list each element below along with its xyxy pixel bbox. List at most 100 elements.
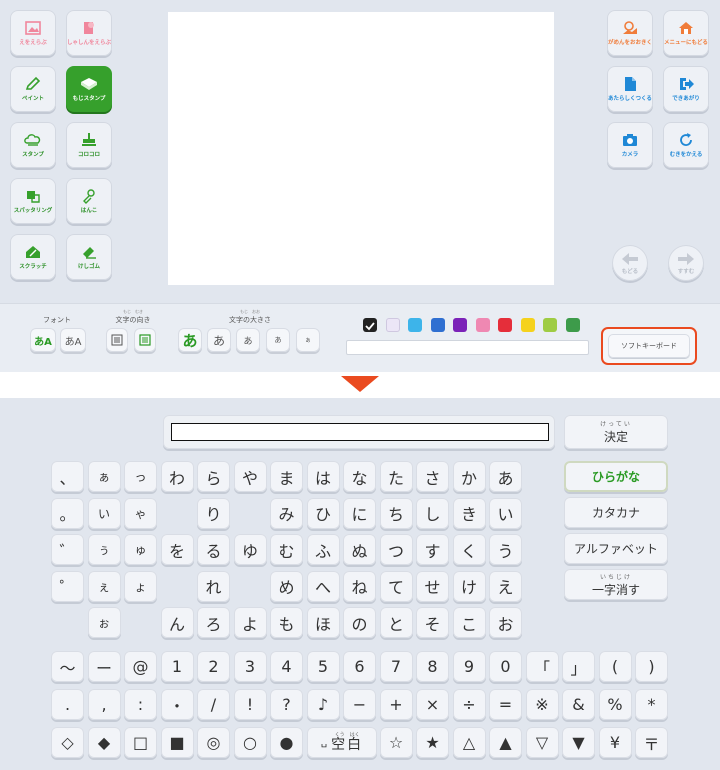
- symbol-key[interactable]: (: [598, 651, 632, 682]
- kana-key[interactable]: ゜: [51, 570, 84, 602]
- kana-key[interactable]: て: [379, 570, 413, 602]
- kana-key[interactable]: や: [233, 461, 267, 492]
- kana-key[interactable]: ろ: [197, 607, 230, 638]
- kana-key[interactable]: く: [452, 534, 486, 565]
- symbol-key[interactable]: ○: [233, 727, 267, 758]
- symbol-key[interactable]: △: [452, 727, 486, 758]
- symbol-key[interactable]: 6: [343, 651, 376, 682]
- kana-key[interactable]: ほ: [306, 607, 340, 638]
- vertical-text-button[interactable]: [106, 328, 128, 352]
- symbol-key[interactable]: 「: [525, 651, 559, 682]
- size-option-m[interactable]: あ: [236, 328, 260, 352]
- kana-key[interactable]: ぇ: [87, 570, 121, 602]
- color-swatch[interactable]: [408, 318, 422, 332]
- symbol-key[interactable]: 〜: [51, 651, 84, 682]
- kana-key[interactable]: ぁ: [87, 461, 121, 492]
- kana-key[interactable]: 、: [51, 461, 84, 492]
- symbol-key[interactable]: 7: [379, 651, 413, 682]
- kana-key[interactable]: さ: [416, 461, 449, 492]
- menu-button[interactable]: メニューにもどる: [663, 10, 709, 56]
- upload-image-button[interactable]: えをえらぶ: [10, 10, 56, 56]
- symbol-key[interactable]: 1: [160, 651, 194, 682]
- symbol-key[interactable]: ): [635, 651, 668, 682]
- kana-key[interactable]: そ: [416, 607, 449, 638]
- kana-key[interactable]: を: [160, 534, 194, 565]
- hanko-button[interactable]: はんこ: [66, 178, 112, 224]
- new-button[interactable]: あたらしくつくる: [607, 66, 653, 112]
- color-swatch[interactable]: [498, 318, 512, 332]
- kana-key[interactable]: こ: [452, 607, 486, 638]
- kana-key[interactable]: ょ: [124, 570, 157, 602]
- font-option-mincho[interactable]: あA: [60, 328, 86, 352]
- redo-button[interactable]: すすむ: [668, 245, 704, 281]
- symbol-key[interactable]: @: [124, 651, 157, 682]
- symbol-key[interactable]: .: [51, 689, 84, 720]
- symbol-key[interactable]: □: [124, 727, 157, 758]
- keyboard-input-field[interactable]: [171, 423, 549, 441]
- size-option-l[interactable]: あ: [207, 328, 231, 352]
- space-key[interactable]: ␣ くう はく 空白: [307, 727, 377, 758]
- kana-key[interactable]: り: [197, 497, 230, 529]
- drawing-canvas[interactable]: [168, 12, 554, 285]
- kana-key[interactable]: れ: [197, 570, 230, 602]
- color-swatch[interactable]: [385, 318, 400, 332]
- color-swatch[interactable]: [565, 318, 580, 332]
- upload-photo-button[interactable]: しゃしんをえらぶ: [66, 10, 112, 56]
- eraser-button[interactable]: けしゴム: [66, 234, 112, 280]
- kana-key[interactable]: へ: [306, 570, 340, 602]
- color-swatch[interactable]: [543, 318, 557, 332]
- soft-keyboard-button[interactable]: ソフトキーボード: [601, 327, 697, 365]
- restart-button[interactable]: むきをかえる: [663, 122, 709, 168]
- save-image-button[interactable]: がめんをおおきく: [607, 10, 653, 56]
- symbol-key[interactable]: ♪: [306, 689, 340, 720]
- symbol-key[interactable]: !: [233, 689, 267, 720]
- size-option-xl[interactable]: あ: [178, 328, 202, 352]
- color-swatch[interactable]: [430, 318, 445, 332]
- stamp-button[interactable]: スタンプ: [10, 122, 56, 168]
- kana-key[interactable]: お: [489, 607, 522, 638]
- symbol-key[interactable]: 9: [452, 651, 486, 682]
- symbol-key[interactable]: −: [343, 689, 376, 720]
- text-stamp-input[interactable]: [346, 340, 589, 355]
- kana-key[interactable]: み: [270, 497, 303, 529]
- symbol-key[interactable]: 8: [416, 651, 449, 682]
- kana-key[interactable]: し: [416, 497, 449, 529]
- splatter-button[interactable]: スパッタリング: [10, 178, 56, 224]
- kana-key[interactable]: た: [379, 461, 413, 492]
- kana-key[interactable]: ん: [160, 607, 194, 638]
- paint-button[interactable]: ペイント: [10, 66, 56, 112]
- kana-key[interactable]: と: [379, 607, 413, 638]
- symbol-key[interactable]: ◆: [87, 727, 121, 758]
- kana-key[interactable]: ぉ: [87, 607, 121, 638]
- kana-key[interactable]: え: [489, 570, 522, 602]
- symbol-key[interactable]: ◇: [51, 727, 84, 758]
- symbol-key[interactable]: ー: [87, 651, 121, 682]
- symbol-key[interactable]: ■: [160, 727, 194, 758]
- kana-key[interactable]: ち: [379, 497, 413, 529]
- kana-key[interactable]: わ: [160, 461, 194, 492]
- kana-key[interactable]: な: [343, 461, 376, 492]
- kana-key[interactable]: る: [197, 534, 230, 565]
- symbol-key[interactable]: ,: [87, 689, 121, 720]
- symbol-key[interactable]: *: [635, 689, 668, 720]
- kana-key[interactable]: ゅ: [124, 534, 157, 565]
- roller-button[interactable]: コロコロ: [66, 122, 112, 168]
- font-option-gothic[interactable]: あA: [30, 328, 56, 352]
- size-option-s[interactable]: あ: [266, 328, 290, 352]
- scratch-button[interactable]: スクラッチ: [10, 234, 56, 280]
- mode-alphabet-button[interactable]: アルファベット: [564, 533, 668, 564]
- kana-key[interactable]: つ: [379, 534, 413, 565]
- symbol-key[interactable]: /: [197, 689, 230, 720]
- confirm-button[interactable]: けってい 決定: [564, 415, 668, 449]
- symbol-key[interactable]: 4: [270, 651, 303, 682]
- kana-key[interactable]: け: [452, 570, 486, 602]
- kana-key[interactable]: に: [343, 497, 376, 529]
- symbol-key[interactable]: ・: [160, 689, 194, 720]
- symbol-key[interactable]: ※: [525, 689, 559, 720]
- kana-key[interactable]: ひ: [306, 497, 340, 529]
- symbol-key[interactable]: %: [598, 689, 632, 720]
- kana-key[interactable]: ね: [343, 570, 376, 602]
- kana-key[interactable]: ゃ: [124, 497, 157, 529]
- delete-char-button[interactable]: いちじけ 一字消す: [564, 569, 668, 600]
- undo-button[interactable]: もどる: [612, 245, 648, 281]
